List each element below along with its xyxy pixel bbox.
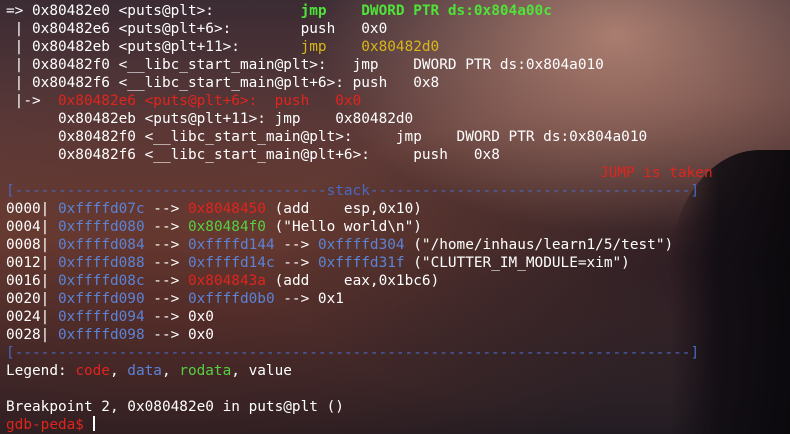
breakpoint-message: Breakpoint 2, 0x080482e0 in puts@plt (): [6, 399, 344, 415]
code-line-jump-target: |-> 0x80482e6 <puts@plt+6>: push 0x0: [6, 93, 362, 109]
stack-row: 0024| 0xffffd094 --> 0x0: [6, 309, 214, 325]
code-line: | 0x80482e6 <puts@plt+6>: push 0x0: [6, 21, 388, 37]
prompt-label: gdb-peda$: [6, 417, 93, 433]
stack-divider-bottom: [---------------------------------------…: [6, 345, 700, 361]
code-line: | 0x80482f0 <__libc_start_main@plt>: jmp…: [6, 57, 604, 73]
stack-row: 0000| 0xffffd07c --> 0x8048450 (add esp,…: [6, 201, 422, 217]
stack-divider-top: [------------------------------------sta…: [6, 183, 700, 199]
code-line-current: => 0x80482e0 <puts@plt>: jmp DWORD PTR d…: [6, 3, 552, 19]
stack-row: 0028| 0xffffd098 --> 0x0: [6, 327, 214, 343]
legend: Legend: code, data, rodata, value: [6, 363, 292, 379]
text-cursor: [92, 416, 95, 431]
code-line: 0x80482f0 <__libc_start_main@plt>: jmp D…: [57, 129, 648, 145]
code-line: | 0x80482eb <puts@plt+11>: jmp 0x80482d0: [6, 39, 440, 55]
code-line: 0x80482f6 <__libc_start_main@plt+6>: pus…: [57, 147, 500, 163]
stack-row: 0008| 0xffffd084 --> 0xffffd144 --> 0xff…: [6, 237, 674, 253]
code-line: | 0x80482f6 <__libc_start_main@plt+6>: p…: [6, 75, 440, 91]
stack-row: 0020| 0xffffd090 --> 0xffffd0b0 --> 0x1: [6, 291, 344, 307]
stack-row: 0012| 0xffffd088 --> 0xffffd14c --> 0xff…: [6, 255, 630, 271]
stack-row: 0016| 0xffffd08c --> 0x804843a (add eax,…: [6, 273, 440, 289]
command-prompt[interactable]: gdb-peda$: [6, 416, 95, 434]
code-line: 0x80482eb <puts@plt+11>: jmp 0x80482d0: [57, 111, 414, 127]
jump-status-text: JUMP is taken: [600, 165, 713, 181]
stack-row: 0004| 0xffffd080 --> 0x80484f0 ("Hello w…: [6, 219, 422, 235]
terminal-window[interactable]: => 0x80482e0 <puts@plt>: jmp DWORD PTR d…: [0, 0, 790, 434]
